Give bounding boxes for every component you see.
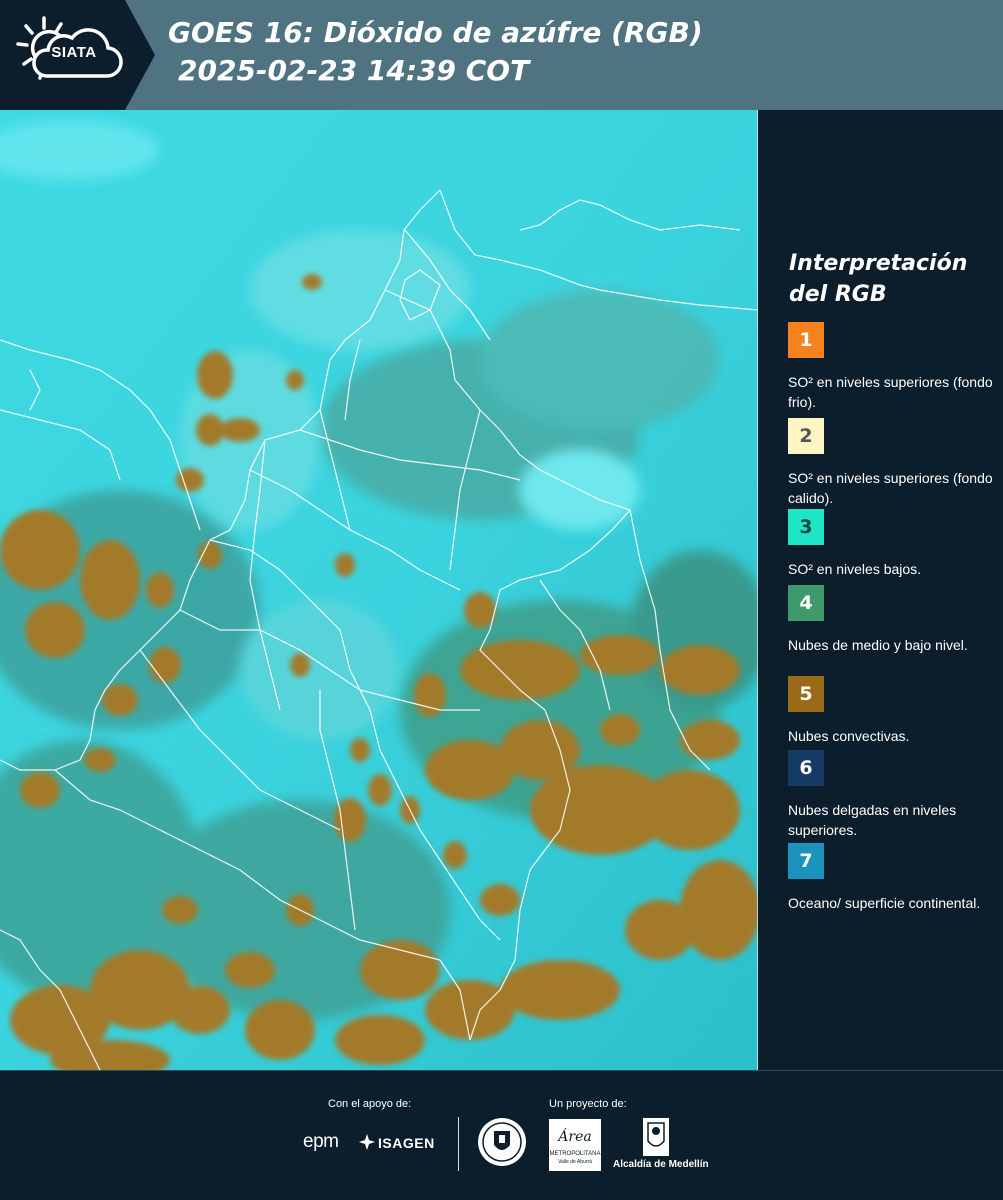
legend-description: Nubes delgadas en niveles superiores. — [788, 802, 957, 838]
legend-item: 7 Oceano/ superficie continental. — [788, 843, 993, 913]
isagen-logo: ISAGEN — [378, 1135, 435, 1151]
isagen-logo-icon — [359, 1134, 375, 1150]
footer-divider — [458, 1117, 459, 1171]
title-line-timestamp: 2025-02-23 14:39 COT — [178, 54, 530, 87]
project-label: Un proyecto de: — [549, 1098, 627, 1110]
header-bar: SIATA GOES 16: Dióxido de azúfre (RGB) 2… — [0, 0, 1003, 110]
page-title: GOES 16: Dióxido de azúfre (RGB) 2025-02… — [168, 14, 703, 90]
support-label: Con el apoyo de: — [328, 1098, 412, 1110]
logo-tab: SIATA — [0, 0, 155, 110]
legend-swatch: 4 — [788, 585, 824, 621]
legend-description: SO² en niveles superiores (fondo calido)… — [788, 470, 993, 506]
legend-title-line2: del RGB — [789, 282, 887, 307]
legend-description: Nubes convectivas. — [788, 728, 910, 744]
legend-description: Nubes de medio y bajo nivel. — [788, 637, 968, 653]
legend-description: SO² en niveles superiores (fondo frio). — [788, 374, 993, 410]
rgb-satellite-image — [0, 110, 758, 1070]
legend-swatch: 6 — [788, 750, 824, 786]
legend-item: 1 SO² en niveles superiores (fondo frio)… — [788, 322, 993, 412]
medellin-seal-icon — [478, 1118, 526, 1166]
legend-title: Interpretación del RGB — [789, 248, 967, 310]
legend-description: Oceano/ superficie continental. — [788, 895, 981, 911]
legend-swatch: 1 — [788, 322, 824, 358]
title-line-product: GOES 16: Dióxido de azúfre (RGB) — [168, 16, 703, 49]
footer-sponsors: Con el apoyo de: Un proyecto de: epm ISA… — [0, 1070, 1003, 1200]
siata-logo-text: SIATA — [51, 44, 97, 61]
legend-item: 2 SO² en niveles superiores (fondo calid… — [788, 418, 993, 508]
legend-swatch: 2 — [788, 418, 824, 454]
area-logo-region: Valle de Aburrá — [558, 1159, 592, 1165]
legend-swatch: 3 — [788, 509, 824, 545]
epm-logo: epm — [303, 1131, 339, 1152]
legend-item: 5 Nubes convectivas. — [788, 676, 993, 746]
legend-description: SO² en niveles bajos. — [788, 561, 922, 577]
legend-title-line1: Interpretación — [789, 251, 968, 276]
legend-swatch: 5 — [788, 676, 824, 712]
legend-panel: Interpretación del RGB 1 SO² en niveles … — [758, 110, 1003, 1070]
satellite-map[interactable] — [0, 110, 758, 1070]
legend-swatch: 7 — [788, 843, 824, 879]
legend-item: 6 Nubes delgadas en niveles superiores. — [788, 750, 993, 840]
legend-item: 4 Nubes de medio y bajo nivel. — [788, 585, 993, 655]
alcaldia-shield-icon — [643, 1118, 669, 1156]
alcaldia-label: Alcaldía de Medellín — [613, 1159, 709, 1170]
area-logo-subtitle: METROPOLITANA — [549, 1151, 601, 1157]
area-logo-name: Área — [558, 1129, 592, 1145]
area-metropolitana-logo: Área METROPOLITANA Valle de Aburrá — [549, 1119, 601, 1171]
legend-item: 3 SO² en niveles bajos. — [788, 509, 993, 579]
